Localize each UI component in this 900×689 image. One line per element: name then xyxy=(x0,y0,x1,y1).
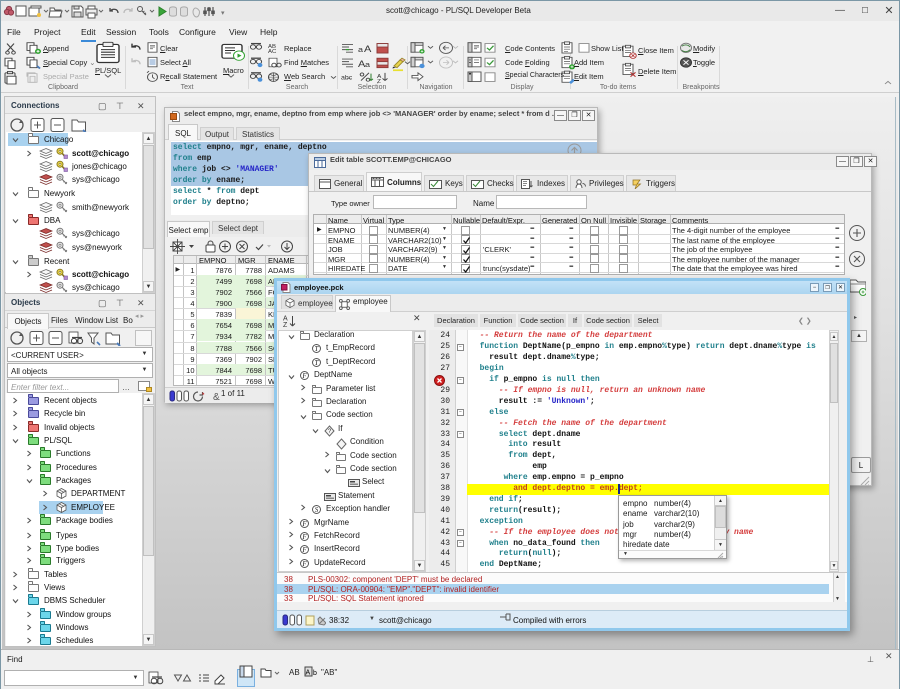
svg-text:b: b xyxy=(313,670,317,677)
svg-text:A: A xyxy=(306,670,311,677)
svg-text:a: a xyxy=(365,59,370,68)
svg-text:A: A xyxy=(364,45,372,55)
svg-text:ab̶c: ab̶c xyxy=(341,75,353,81)
svg-text:Z: Z xyxy=(377,79,381,85)
svg-text:a: a xyxy=(358,45,363,54)
svg-text:"AB": "AB" xyxy=(321,668,338,677)
svg-text:&: & xyxy=(213,392,220,402)
svg-text:AC: AC xyxy=(268,49,276,55)
svg-text:AB: AB xyxy=(289,668,300,677)
svg-text:Z: Z xyxy=(283,322,288,328)
